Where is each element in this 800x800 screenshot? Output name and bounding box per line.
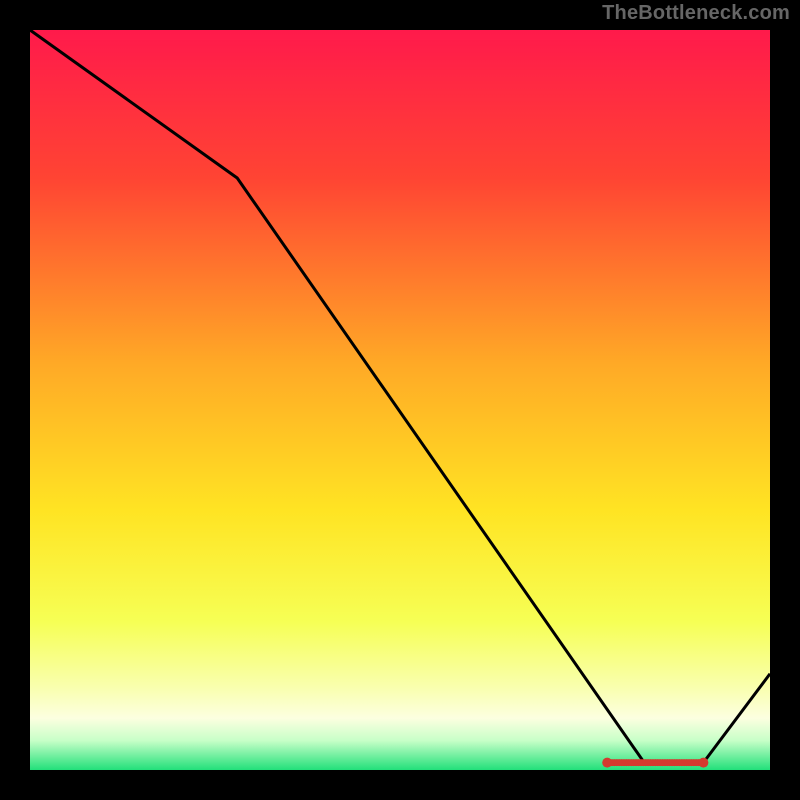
- watermark-text: TheBottleneck.com: [602, 2, 790, 25]
- chart-marker-end: [698, 758, 708, 768]
- chart-frame: TheBottleneck.com: [0, 0, 800, 800]
- chart-background: [30, 30, 770, 770]
- chart-marker-end: [602, 758, 612, 768]
- bottleneck-chart: [30, 30, 770, 770]
- chart-svg: [30, 30, 770, 770]
